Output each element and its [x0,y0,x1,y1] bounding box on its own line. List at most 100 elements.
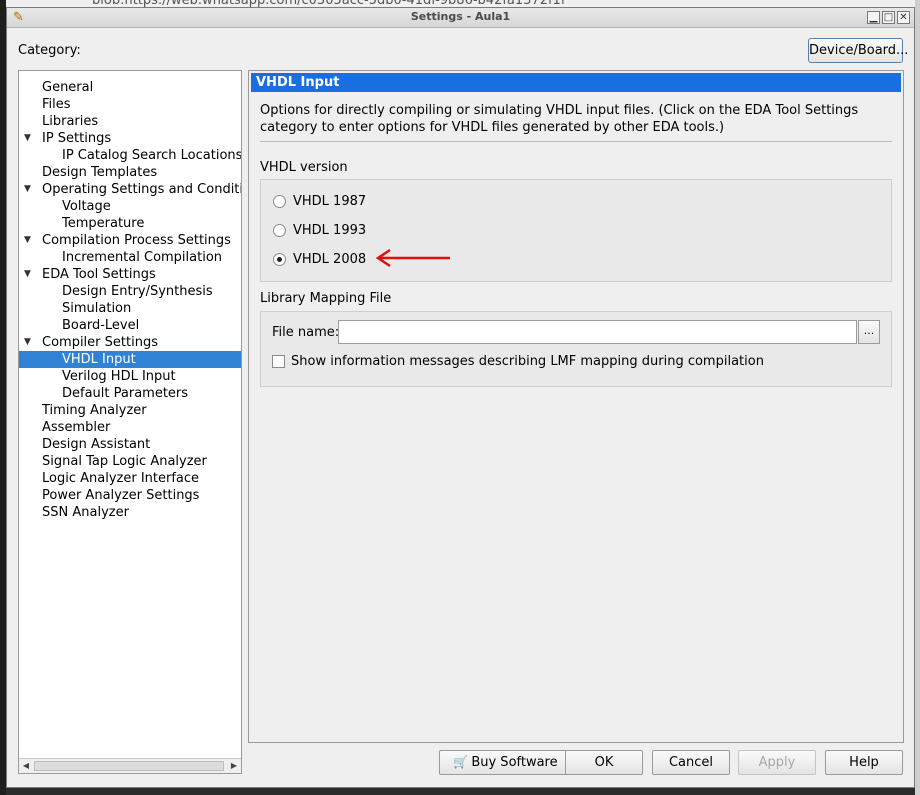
tree-item-label: Libraries [42,114,99,129]
device-board-button[interactable]: Device/Board... [808,38,908,63]
tree-item[interactable]: Design Templates [19,164,241,181]
minimize-button[interactable]: ▁ [867,11,880,24]
panel-description: Options for directly compiling or simula… [260,103,859,135]
tree-item[interactable]: Power Analyzer Settings [19,487,241,504]
tree-item-label: EDA Tool Settings [42,267,156,282]
tree-item[interactable]: VHDL Input [19,351,241,368]
radio-label: VHDL 1987 [293,193,367,209]
tree-item-label: Simulation [62,301,132,316]
ok-button[interactable]: OK [565,750,643,775]
tree-item[interactable]: Temperature [19,215,241,232]
settings-panel: VHDL Input Options for directly compilin… [248,70,904,743]
radio-vhdl-1993[interactable]: VHDL 1993 [273,220,366,240]
tree-item-label: Incremental Compilation [62,250,223,265]
tree-item-label: IP Catalog Search Locations [62,148,242,163]
maximize-button[interactable]: □ [882,11,895,24]
tree-item-label: VHDL Input [62,352,136,367]
window-title: Settings - Aula1 [410,10,511,23]
radio-button[interactable] [273,194,286,208]
settings-dialog: ✎ Settings - Aula1 ▁ □ ✕ Category: Devic… [6,7,915,788]
tree-item-label: IP Settings [42,131,112,146]
tree-item[interactable]: ▼ IP Settings [19,130,241,147]
tree-item[interactable]: Logic Analyzer Interface [19,470,241,487]
tree-item[interactable]: Simulation [19,300,241,317]
apply-button[interactable]: Apply [738,750,816,775]
lmf-messages-checkbox-row[interactable]: Show information messages describing LMF… [272,354,764,369]
radio-button[interactable] [273,223,286,237]
tree-item-label: General [42,80,94,95]
tree-item-label: Operating Settings and Conditions [42,182,241,197]
cancel-button[interactable]: Cancel [652,750,730,775]
tree-horizontal-scrollbar[interactable]: ◀ ▶ [19,758,241,773]
tree-item-label: Logic Analyzer Interface [42,471,200,486]
tree-item-label: Design Assistant [42,437,151,452]
tree-item[interactable]: Incremental Compilation [19,249,241,266]
help-button[interactable]: Help [825,750,903,775]
tree-item-label: Design Entry/Synthesis [62,284,213,299]
tree-item[interactable]: Libraries [19,113,241,130]
tree-item[interactable]: Signal Tap Logic Analyzer [19,453,241,470]
expand-arrow-icon[interactable]: ▼ [24,130,31,147]
tree-item-label: Timing Analyzer [42,403,147,418]
vhdl-version-label: VHDL version [260,160,348,175]
tree-item[interactable]: IP Catalog Search Locations [19,147,241,164]
expand-arrow-icon[interactable]: ▼ [24,181,31,198]
tree-item-label: Files [42,97,71,112]
tree-item[interactable]: Design Entry/Synthesis [19,283,241,300]
tree-item-label: SSN Analyzer [42,505,129,520]
tree-item-label: Design Templates [42,165,158,180]
file-name-label: File name: [272,325,340,340]
tree-item-label: Assembler [42,420,111,435]
radio-label: VHDL 2008 [293,251,367,267]
tree-item[interactable]: SSN Analyzer [19,504,241,521]
tree-item[interactable]: Board-Level [19,317,241,334]
tree-item[interactable]: Assembler [19,419,241,436]
separator [260,141,892,142]
expand-arrow-icon[interactable]: ▼ [24,334,31,351]
scroll-left-icon[interactable]: ◀ [19,759,33,773]
tree-item[interactable]: Verilog HDL Input [19,368,241,385]
tree-item[interactable]: ▼ Compilation Process Settings [19,232,241,249]
scrollbar-thumb[interactable] [34,761,224,771]
scroll-right-icon[interactable]: ▶ [227,759,241,773]
tree-item-label: Voltage [62,199,111,214]
tree-item-label: Temperature [62,216,145,231]
tree-item[interactable]: ▼ Operating Settings and Conditions [19,181,241,198]
tree-item[interactable]: ▼ EDA Tool Settings [19,266,241,283]
tree-item[interactable]: Voltage [19,198,241,215]
title-bar[interactable]: ✎ Settings - Aula1 ▁ □ ✕ [7,8,914,28]
lmf-messages-checkbox[interactable] [272,355,285,368]
tree-item[interactable]: ▼ Compiler Settings [19,334,241,351]
expand-arrow-icon[interactable]: ▼ [24,266,31,283]
buy-software-button[interactable]: 🛒 Buy Software [439,750,572,775]
radio-button[interactable] [273,252,286,266]
tree-item-label: Verilog HDL Input [62,369,176,384]
tree-item[interactable]: General [19,79,241,96]
tree-item-label: Compiler Settings [42,335,158,350]
tree-item[interactable]: Files [19,96,241,113]
category-tree[interactable]: General Files Libraries ▼ IP Settings IP Cata… [18,70,242,774]
red-arrow-annotation-icon [375,249,450,268]
cart-icon: 🛒 [453,755,469,769]
vhdl-version-group: VHDL 1987 VHDL 1993 VHDL 2008 [260,179,892,282]
radio-vhdl-1987[interactable]: VHDL 1987 [273,191,366,211]
library-mapping-label: Library Mapping File [260,291,392,306]
expand-arrow-icon[interactable]: ▼ [24,232,31,249]
tree-item-label: Signal Tap Logic Analyzer [42,454,207,469]
radio-label: VHDL 1993 [293,222,367,238]
tree-item[interactable]: Timing Analyzer [19,402,241,419]
close-button[interactable]: ✕ [897,11,910,24]
background-right-edge [915,0,920,795]
window-controls: ▁ □ ✕ [867,11,910,24]
tree-item[interactable]: Design Assistant [19,436,241,453]
file-name-input[interactable] [338,320,857,344]
tree-item-label: Compilation Process Settings [42,233,231,248]
tree-item[interactable]: Default Parameters [19,385,241,402]
radio-vhdl-2008[interactable]: VHDL 2008 [273,249,366,269]
browse-button[interactable]: ... [858,320,880,344]
lmf-checkbox-label: Show information messages describing LMF… [291,354,764,369]
library-mapping-group: File name: ... Show information messages… [260,311,892,387]
buy-software-label: Buy Software [471,755,558,770]
panel-header: VHDL Input [251,73,901,92]
tree-item-label: Default Parameters [62,386,189,401]
